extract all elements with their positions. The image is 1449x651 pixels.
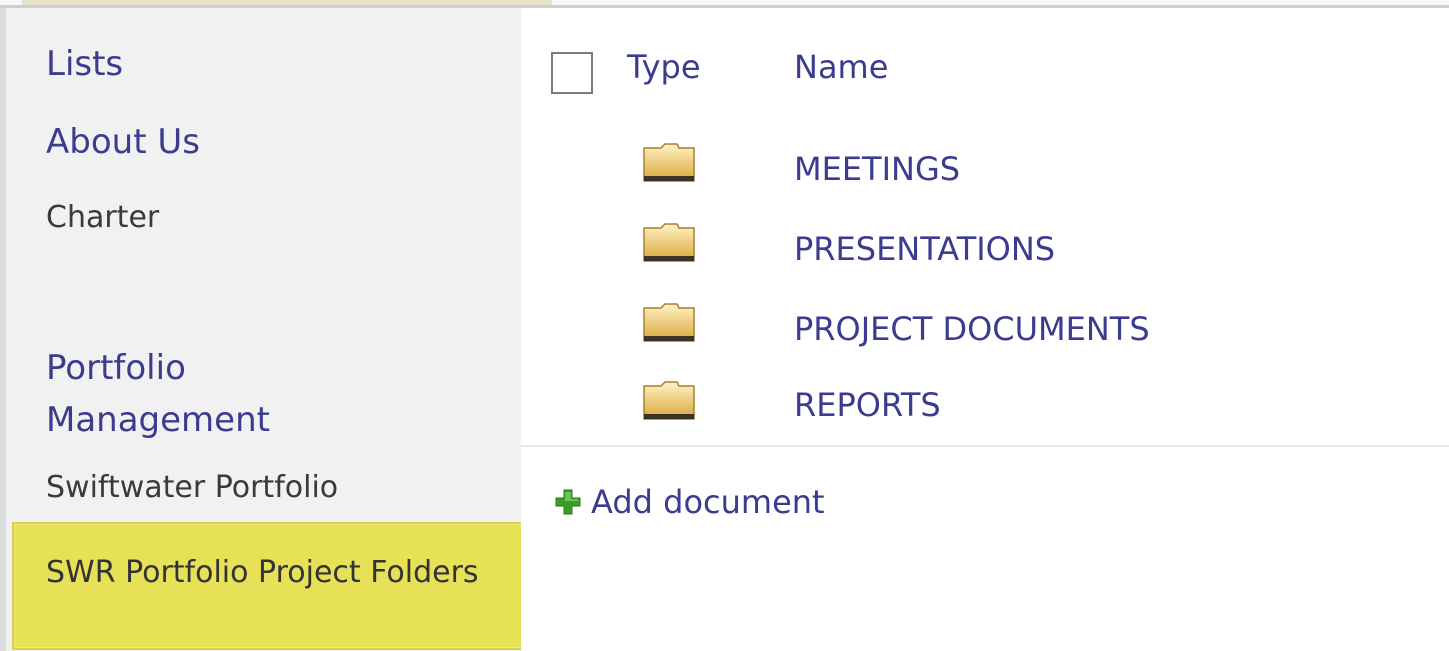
folder-name[interactable]: MEETINGS — [794, 150, 960, 188]
list-item[interactable]: PRESENTATIONS — [521, 200, 1449, 280]
nav-item-swiftwater-portfolio[interactable]: Swiftwater Portfolio — [46, 470, 338, 505]
folder-icon — [643, 223, 695, 262]
nav-item-portfolio-management[interactable]: Portfolio Management — [46, 342, 376, 446]
list-item[interactable]: MEETINGS — [521, 120, 1449, 200]
top-tab-strip — [22, 0, 552, 5]
nav-item-charter[interactable]: Charter — [46, 200, 159, 235]
folder-name[interactable]: PRESENTATIONS — [794, 230, 1055, 268]
folder-icon — [643, 143, 695, 182]
column-header-type[interactable]: Type — [627, 48, 701, 86]
column-header-name[interactable]: Name — [794, 48, 888, 86]
add-document-link[interactable]: Add document — [555, 480, 825, 524]
folder-icon — [643, 303, 695, 342]
select-all-checkbox[interactable] — [551, 52, 593, 94]
folder-icon — [643, 381, 695, 420]
nav-item-about-us[interactable]: About Us — [46, 122, 200, 162]
add-document-label: Add document — [591, 483, 825, 521]
list-item[interactable]: PROJECT DOCUMENTS — [521, 280, 1449, 360]
document-library: Type Name MEETINGS PRESENTATIONS PROJECT… — [521, 8, 1449, 651]
quick-launch-nav: Lists About Us Charter Portfolio Managem… — [0, 8, 524, 651]
top-bar — [0, 0, 1449, 8]
folder-name[interactable]: PROJECT DOCUMENTS — [794, 310, 1150, 348]
folder-name[interactable]: REPORTS — [794, 386, 941, 424]
nav-item-swr-portfolio-project-folders[interactable]: SWR Portfolio Project Folders — [12, 522, 524, 650]
nav-item-label: SWR Portfolio Project Folders — [46, 555, 479, 590]
nav-item-lists[interactable]: Lists — [46, 44, 123, 84]
plus-icon — [555, 489, 581, 515]
list-item[interactable]: REPORTS — [521, 358, 1449, 438]
list-divider — [521, 445, 1449, 447]
